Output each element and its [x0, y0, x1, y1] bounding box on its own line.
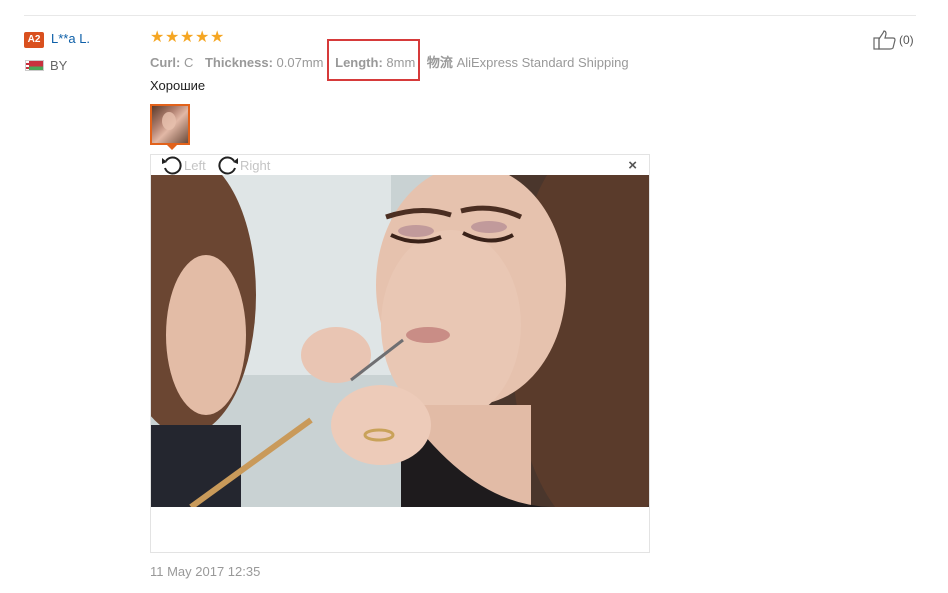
attr-curl: Curl: C: [150, 55, 193, 70]
divider: [24, 15, 916, 16]
star-icon: ★: [195, 29, 210, 46]
attr-thickness: Thickness: 0.07mm: [205, 55, 324, 70]
star-icon: ★: [150, 29, 165, 46]
attr-value: C: [183, 55, 194, 70]
photo-illustration: [151, 175, 649, 507]
like-count: (0): [899, 33, 914, 47]
star-rating: ★★★★★: [150, 29, 225, 46]
reviewer-name-link[interactable]: L**a L.: [51, 31, 90, 46]
highlight-box: [327, 39, 420, 81]
country-flag-icon: [25, 60, 44, 71]
like-button[interactable]: (0): [873, 30, 914, 50]
rotate-right-button[interactable]: Right: [217, 155, 270, 175]
review-date: 11 May 2017 12:35: [150, 564, 261, 579]
review-text: Хорошие: [150, 78, 206, 93]
rotate-left-label: Left: [184, 157, 206, 173]
thumbs-up-icon: [873, 30, 896, 50]
rotate-left-icon: [162, 156, 182, 175]
attr-key: Curl:: [150, 55, 181, 70]
star-icon: ★: [165, 29, 180, 46]
review-photo-thumbnail[interactable]: [150, 104, 190, 145]
attr-key: 物流: [426, 55, 453, 70]
star-icon: ★: [210, 29, 225, 46]
close-viewer-button[interactable]: ×: [628, 157, 637, 174]
attr-key: Thickness:: [204, 55, 273, 70]
country-code: BY: [50, 58, 68, 73]
rotate-left-button[interactable]: Left: [161, 155, 206, 175]
attr-value: 0.07mm: [276, 55, 324, 70]
thumbnail-pointer: [166, 144, 178, 150]
viewer-toolbar: Left Right ×: [151, 155, 649, 175]
review-page: A2 L**a L. BY ★★★★★ Curl: C Thickness: 0…: [0, 0, 948, 593]
rotate-right-icon: [218, 156, 238, 175]
photo-viewer: Left Right ×: [150, 154, 650, 553]
rotate-right-label: Right: [240, 157, 271, 173]
review-photo: [151, 175, 649, 507]
star-icon: ★: [180, 29, 195, 46]
attr-shipping: 物流 AliExpress Standard Shipping: [427, 55, 629, 70]
buyer-level-badge: A2: [24, 32, 44, 48]
attr-value: AliExpress Standard Shipping: [456, 55, 629, 70]
